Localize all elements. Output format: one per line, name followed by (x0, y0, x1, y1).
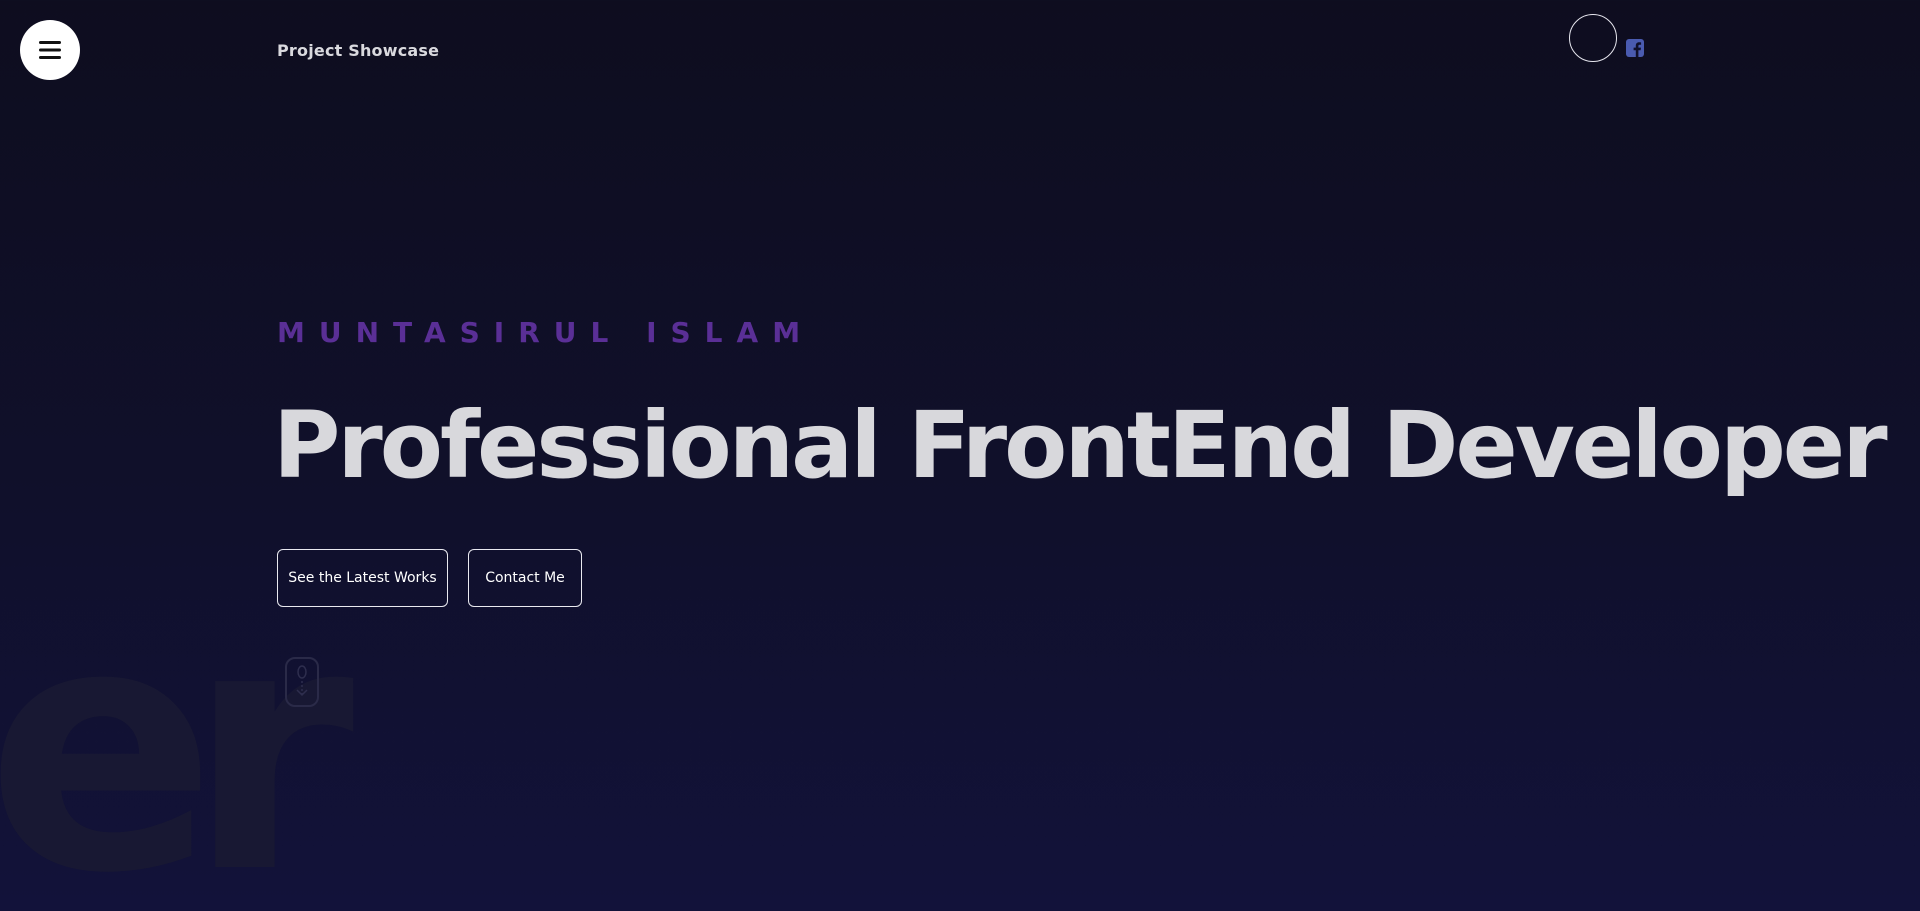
background-decorative-text: er (0, 552, 354, 911)
hero-name: MUNTASIRUL ISLAM (277, 316, 815, 349)
facebook-link[interactable] (1626, 39, 1644, 57)
facebook-icon (1626, 39, 1644, 57)
contact-me-button[interactable]: Contact Me (468, 549, 582, 607)
menu-button[interactable] (20, 20, 80, 80)
site-title[interactable]: Project Showcase (277, 41, 439, 60)
hero-headline: Professional FrontEnd Developer (273, 392, 1888, 499)
scroll-down-indicator[interactable] (285, 657, 319, 707)
see-latest-works-button[interactable]: See the Latest Works (277, 549, 448, 607)
mouse-scroll-down-icon (296, 665, 308, 697)
hamburger-menu-icon (39, 41, 61, 59)
header-circle-button[interactable] (1569, 14, 1617, 62)
